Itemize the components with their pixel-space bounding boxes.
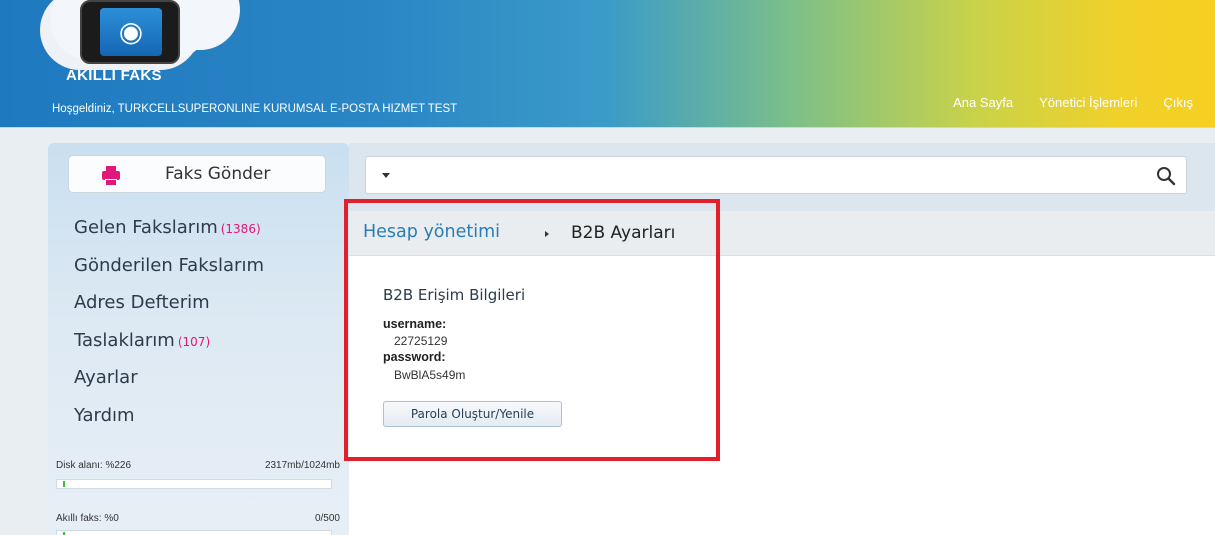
password-value: BwBlA5s49m [394, 368, 466, 382]
wifi-icon: ◉ [118, 15, 144, 48]
printer-icon [102, 166, 120, 186]
inbox-count-badge: (1386) [220, 222, 261, 236]
top-navigation: Ana Sayfa Yönetici İşlemleri Çıkış [953, 95, 1193, 110]
breadcrumb-current: B2B Ayarları [571, 223, 676, 243]
sidebar-item-address-book[interactable]: Adres Defterim [74, 290, 264, 328]
search-input[interactable] [365, 156, 1187, 194]
search-area [349, 143, 1215, 211]
send-fax-label: Faks Gönder [165, 164, 271, 184]
app-logo-text: AKILLI FAKS [66, 67, 162, 84]
nav-admin[interactable]: Yönetici İşlemleri [1039, 95, 1137, 110]
smart-fax-value: 0/500 [314, 513, 340, 524]
breadcrumb: Hesap yönetimi B2B Ayarları [349, 211, 1215, 256]
section-title: B2B Erişim Bilgileri [383, 286, 526, 304]
chevron-right-icon [545, 231, 549, 237]
username-value: 22725129 [394, 334, 448, 348]
disk-usage-bar [56, 479, 332, 489]
sidebar-item-sent[interactable]: Gönderilen Fakslarım [74, 253, 264, 291]
smart-fax-label: Akıllı faks: %0 [56, 513, 119, 524]
phone-icon: ◉ [80, 0, 180, 64]
disk-usage-label: Disk alanı: %226 [56, 460, 132, 471]
chevron-down-icon[interactable] [382, 173, 390, 178]
drafts-count-badge: (107) [177, 334, 211, 349]
main-content: B2B Erişim Bilgileri username: 22725129 … [349, 256, 1215, 535]
sidebar-menu: Gelen Fakslarım (1386) Gönderilen Fakslar… [74, 215, 264, 441]
smart-fax-bar [56, 530, 332, 535]
sidebar-item-drafts[interactable]: Taslaklarım (107) [74, 328, 264, 366]
disk-usage-value: 2317mb/1024mb [264, 460, 340, 471]
breadcrumb-parent[interactable]: Hesap yönetimi [363, 222, 500, 242]
generate-password-button[interactable]: Parola Oluştur/Yenile [383, 401, 562, 427]
send-fax-button[interactable]: Faks Gönder [68, 155, 326, 193]
nav-logout[interactable]: Çıkış [1163, 95, 1193, 110]
password-label: password: [383, 350, 446, 364]
sidebar: Faks Gönder Gelen Fakslarım (1386) Gönder… [48, 143, 349, 535]
wifi-screen: ◉ [100, 8, 162, 56]
sidebar-item-inbox[interactable]: Gelen Fakslarım (1386) [74, 215, 264, 253]
username-label: username: [383, 317, 447, 331]
smart-fax-row: Akıllı faks: %0 0/500 [56, 513, 340, 524]
search-icon[interactable] [1156, 166, 1176, 186]
disk-usage-row: Disk alanı: %226 2317mb/1024mb [56, 460, 340, 471]
sidebar-item-settings[interactable]: Ayarlar [74, 365, 264, 403]
header-banner: ◉ AKILLI FAKS Hoşgeldiniz, TURKCELLSUPER… [0, 0, 1215, 128]
sidebar-item-help[interactable]: Yardım [74, 403, 264, 441]
welcome-message: Hoşgeldiniz, TURKCELLSUPERONLINE KURUMSA… [52, 103, 458, 115]
nav-home[interactable]: Ana Sayfa [953, 95, 1013, 110]
